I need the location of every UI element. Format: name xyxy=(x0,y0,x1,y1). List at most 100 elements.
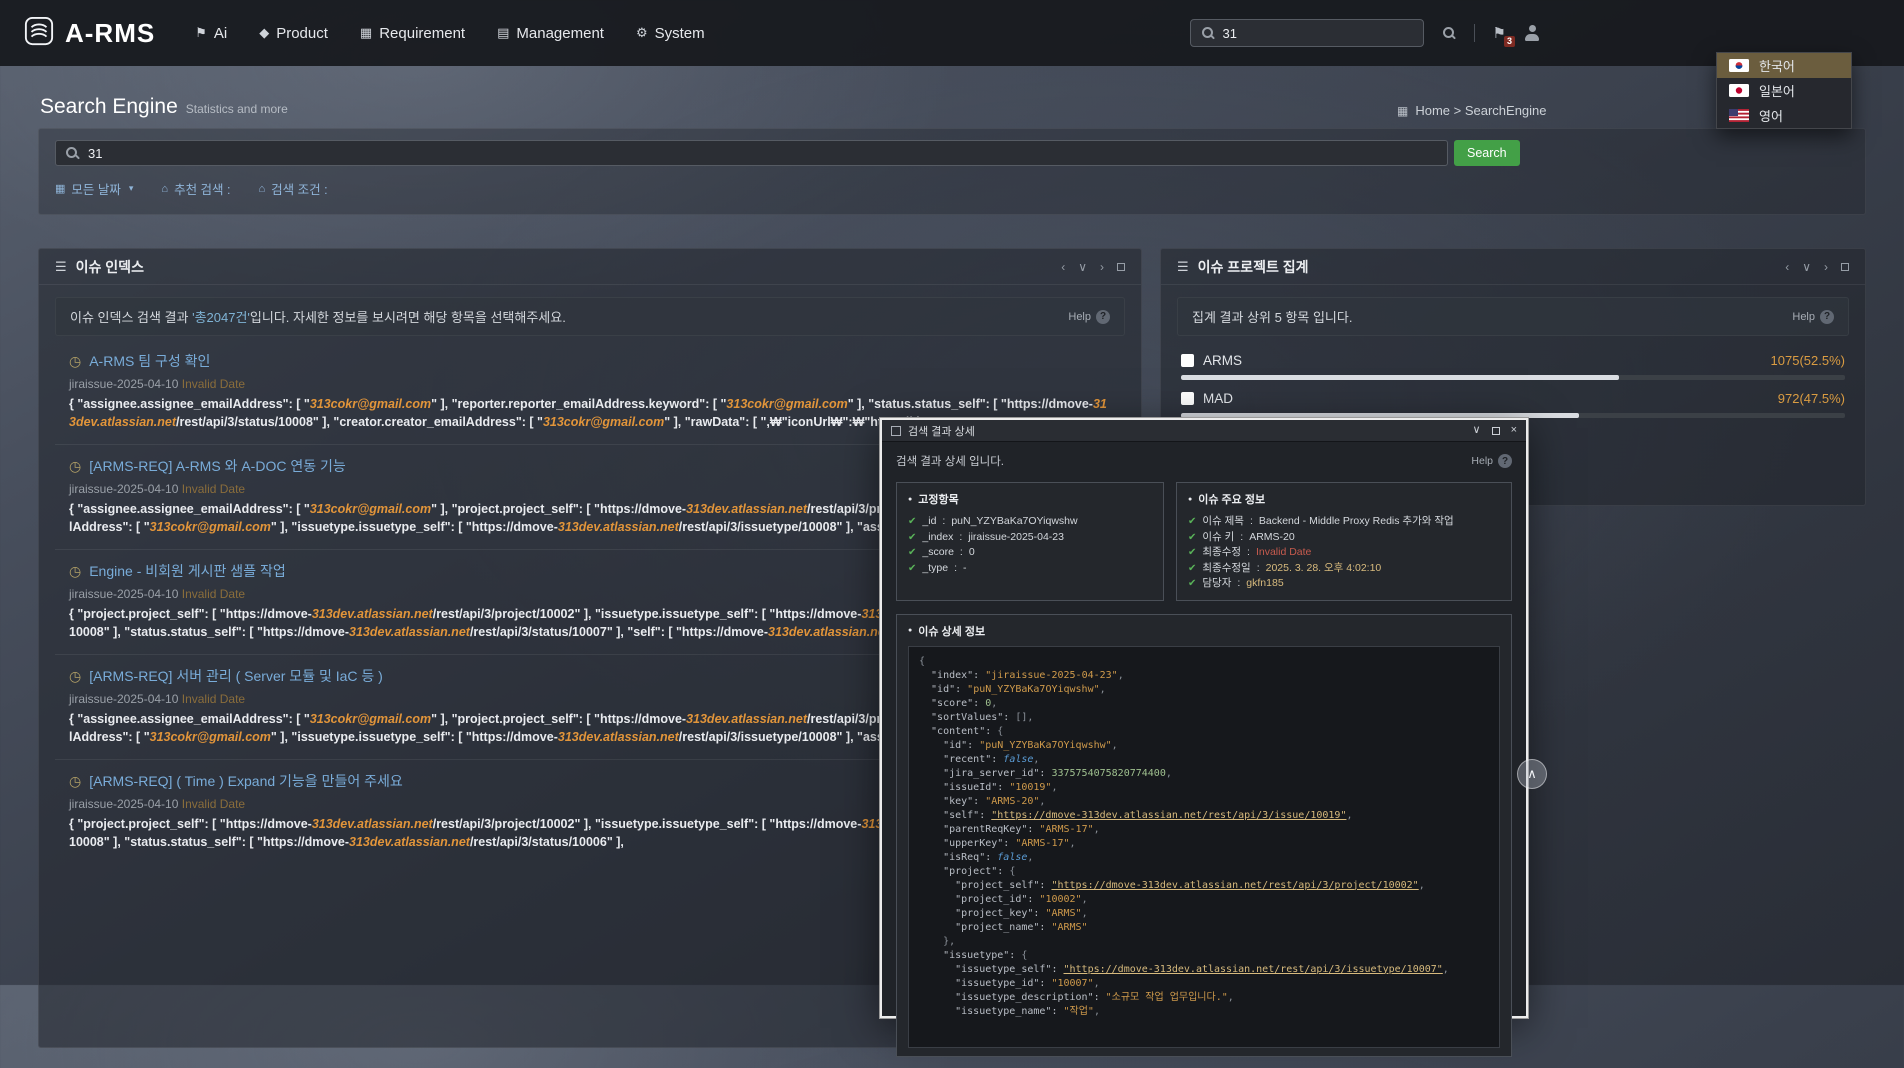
minimize-icon[interactable]: ∨ xyxy=(1473,425,1481,436)
panel-title: 이슈 프로젝트 집계 xyxy=(1198,257,1309,277)
check-icon: ✔ xyxy=(908,545,916,561)
help-button[interactable]: Help? xyxy=(1792,310,1834,324)
issue-title-link[interactable]: Engine - 비회원 게시판 샘플 작업 xyxy=(89,561,286,581)
main-search-input[interactable] xyxy=(88,146,1438,161)
detail-field: ✔최종수정Invalid Date xyxy=(1188,545,1500,561)
filter-all-dates[interactable]: ▦모든 날짜▾ xyxy=(55,179,133,198)
issue-title-link[interactable]: [ARMS-REQ] A-RMS 와 A-DOC 연동 기능 xyxy=(89,456,346,476)
detail-field: ✔_type- xyxy=(908,561,1152,577)
detail-field: ✔_indexjiraissue-2025-04-23 xyxy=(908,530,1152,546)
filter-search-condition[interactable]: ⌂검색 조건 : xyxy=(259,179,328,198)
separator xyxy=(1237,576,1240,592)
scroll-to-top-button[interactable]: ∧ xyxy=(1517,759,1547,789)
panel-collapse-icon[interactable]: ∨ xyxy=(1802,261,1811,273)
maximize-icon[interactable] xyxy=(1492,427,1500,435)
field-value: - xyxy=(963,561,967,577)
breadcrumb[interactable]: ▦ Home > SearchEngine xyxy=(1397,103,1547,118)
agg-project-name: ARMS xyxy=(1203,353,1242,368)
panel-prev-icon[interactable]: ‹ xyxy=(1785,261,1789,273)
filter-label: 추천 검색 : xyxy=(174,179,230,198)
lang-item-english[interactable]: 영어 xyxy=(1717,103,1851,128)
field-label: 담당자 xyxy=(1202,576,1231,592)
agg-body: ARMS 1075(52.5%) MAD 972(47.5%) xyxy=(1161,340,1865,418)
help-label: Help xyxy=(1068,311,1091,323)
check-icon: ✔ xyxy=(908,514,916,530)
bullet-icon: ● xyxy=(1188,496,1192,503)
panel-expand-icon[interactable] xyxy=(1841,263,1849,271)
main-search-box[interactable] xyxy=(55,140,1448,166)
separator xyxy=(1247,545,1250,561)
search-icon xyxy=(65,146,79,160)
modal-subtitle: 검색 결과 상세 입니다. xyxy=(896,453,1004,469)
issue-detail-box: ●이슈 상세 정보 { "index": "jiraissue-2025-04-… xyxy=(896,614,1512,1057)
help-button[interactable]: Help? xyxy=(1471,454,1512,468)
nav-search[interactable] xyxy=(1190,19,1424,47)
main-menu: ⚑Ai ◆Product ▦Requirement ▤Management ⚙S… xyxy=(195,25,704,42)
agg-checkbox[interactable] xyxy=(1181,354,1194,367)
language-menu-button[interactable]: ⚑3 xyxy=(1493,24,1506,42)
bullet-icon: ● xyxy=(908,496,912,503)
detail-field: ✔최종수정일2025. 3. 28. 오후 4:02:10 xyxy=(1188,561,1500,577)
agg-project-count: 972(47.5%) xyxy=(1778,391,1845,406)
gear-icon: ⚙ xyxy=(636,25,648,41)
box-title: 이슈 상세 정보 xyxy=(918,623,985,639)
project-agg-header: ☰이슈 프로젝트 집계 ‹ ∨ › xyxy=(1161,249,1865,285)
question-icon: ? xyxy=(1498,454,1512,468)
agg-checkbox[interactable] xyxy=(1181,392,1194,405)
detail-field: ✔이슈 제목Backend - Middle Proxy Redis 추가와 작… xyxy=(1188,514,1500,530)
check-icon: ✔ xyxy=(1188,530,1196,546)
separator xyxy=(954,561,957,577)
search-button[interactable]: Search xyxy=(1454,140,1520,166)
separator xyxy=(1250,514,1253,530)
nav-item-system[interactable]: ⚙System xyxy=(636,25,705,42)
field-label: _type xyxy=(922,561,948,577)
field-label: 이슈 키 xyxy=(1202,530,1234,546)
top-navbar: A-RMS ⚑Ai ◆Product ▦Requirement ▤Managem… xyxy=(0,0,1904,66)
help-button[interactable]: Help? xyxy=(1068,310,1110,324)
korea-flag-icon xyxy=(1729,59,1749,72)
issue-title-link[interactable]: A-RMS 팀 구성 확인 xyxy=(89,351,210,371)
search-submit-icon[interactable] xyxy=(1442,26,1456,40)
nav-search-input[interactable] xyxy=(1223,26,1413,41)
separator xyxy=(1257,561,1260,577)
user-icon[interactable] xyxy=(1524,25,1540,41)
box-title: 이슈 주요 정보 xyxy=(1198,491,1265,507)
help-label: Help xyxy=(1792,311,1815,323)
issue-title-link[interactable]: [ARMS-REQ] ( Time ) Expand 기능을 만들어 주세요 xyxy=(89,771,403,791)
issue-title-link[interactable]: [ARMS-REQ] 서버 관리 ( Server 모듈 및 IaC 등 ) xyxy=(89,666,383,686)
close-icon[interactable]: × xyxy=(1511,425,1517,436)
detail-field: ✔_idpuN_YZYBaKa7OYiqwshw xyxy=(908,514,1152,530)
lang-item-korean[interactable]: 한국어 xyxy=(1717,53,1851,78)
navbar-right: ⚑3 xyxy=(1190,19,1540,47)
nav-item-requirement[interactable]: ▦Requirement xyxy=(360,25,465,42)
detail-field: ✔_score0 xyxy=(908,545,1152,561)
search-panel: Search ▦모든 날짜▾ ⌂추천 검색 : ⌂검색 조건 : xyxy=(38,128,1866,215)
separator xyxy=(959,530,962,546)
filter-label: 검색 조건 : xyxy=(271,179,327,198)
issue-index-header: ☰이슈 인덱스 ‹ ∨ › xyxy=(39,249,1141,285)
nav-item-ai[interactable]: ⚑Ai xyxy=(195,25,227,42)
nav-item-management[interactable]: ▤Management xyxy=(497,25,604,42)
check-icon: ✔ xyxy=(908,530,916,546)
issue-meta: jiraissue-2025-04-10 Invalid Date xyxy=(69,377,1111,391)
panel-expand-icon[interactable] xyxy=(1117,263,1125,271)
filter-row: ▦모든 날짜▾ ⌂추천 검색 : ⌂검색 조건 : xyxy=(55,179,1849,198)
lang-label: 일본어 xyxy=(1759,81,1795,100)
field-value: ARMS-20 xyxy=(1249,530,1295,546)
search-result-detail-modal: 검색 결과 상세 ∨ × 검색 결과 상세 입니다. Help? ●고정항목 ✔… xyxy=(880,418,1528,1018)
panel-next-icon[interactable]: › xyxy=(1824,261,1828,273)
panel-prev-icon[interactable]: ‹ xyxy=(1061,261,1065,273)
field-value: puN_YZYBaKa7OYiqwshw xyxy=(951,514,1077,530)
nav-item-product[interactable]: ◆Product xyxy=(259,25,328,42)
check-icon: ✔ xyxy=(1188,514,1196,530)
issue-status-icon: ◷ xyxy=(69,668,81,685)
separator xyxy=(942,514,945,530)
panel-next-icon[interactable]: › xyxy=(1100,261,1104,273)
modal-titlebar[interactable]: 검색 결과 상세 ∨ × xyxy=(882,420,1526,442)
brand[interactable]: A-RMS xyxy=(24,16,155,51)
lang-item-japanese[interactable]: 일본어 xyxy=(1717,78,1851,103)
panel-collapse-icon[interactable]: ∨ xyxy=(1078,261,1087,273)
chart-icon: ▤ xyxy=(497,25,509,41)
breadcrumb-text: Home > SearchEngine xyxy=(1415,103,1546,118)
filter-suggested-search[interactable]: ⌂추천 검색 : xyxy=(161,179,230,198)
